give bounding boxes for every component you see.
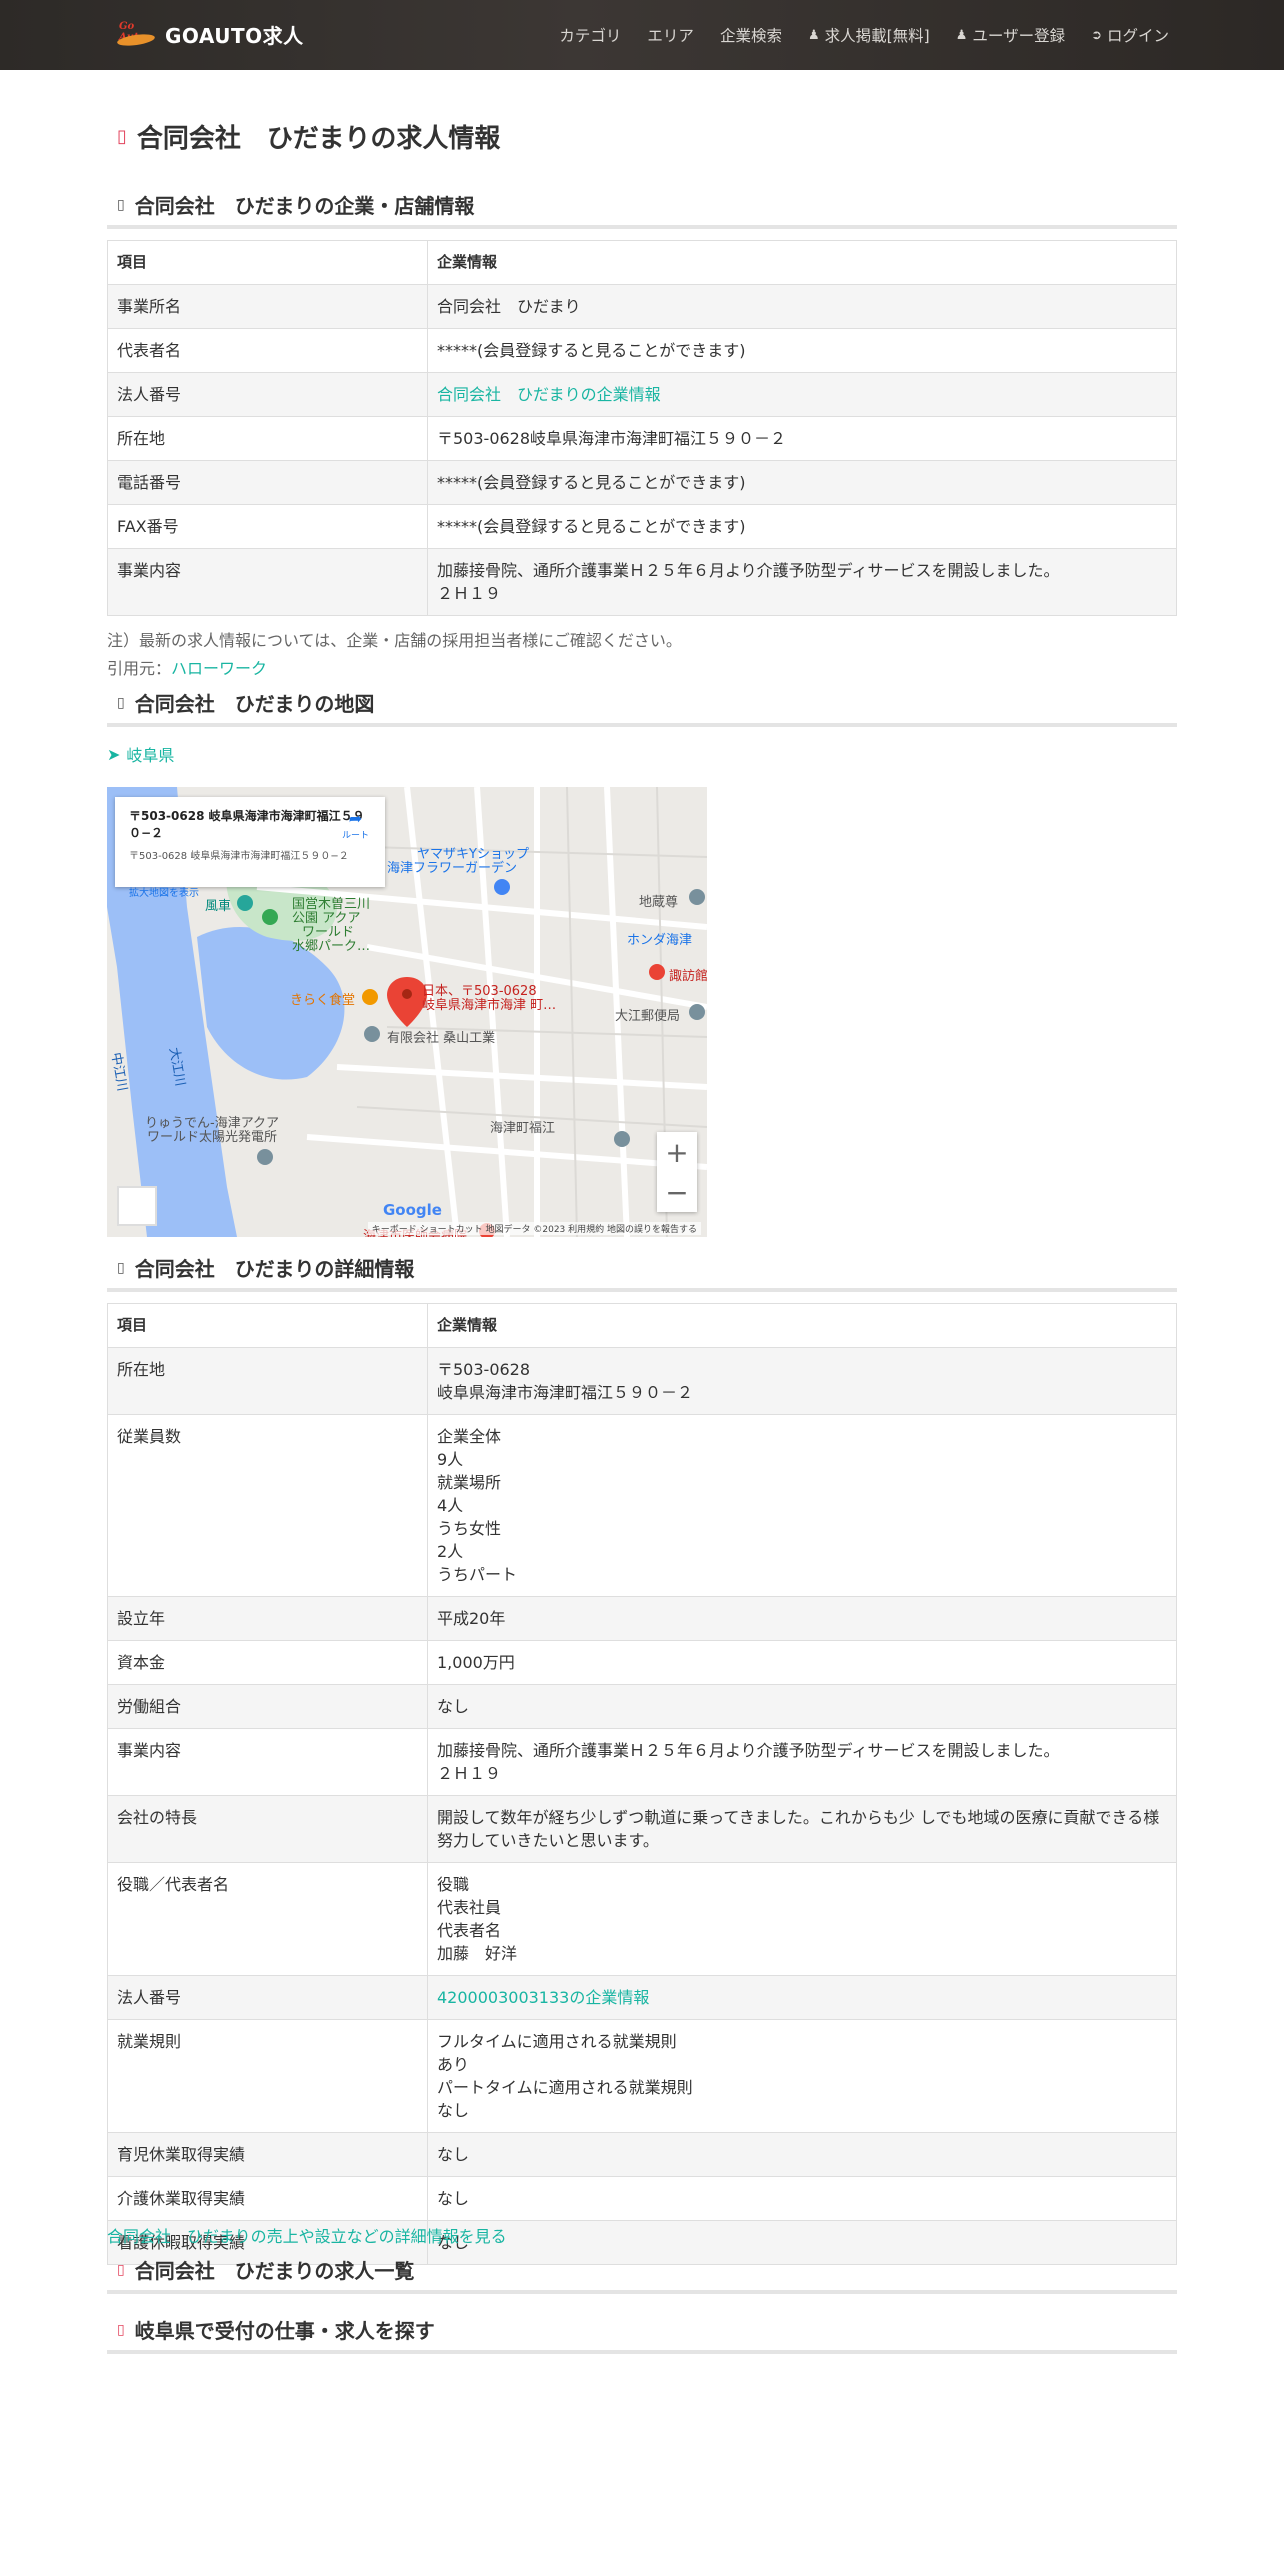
prefecture-link[interactable]: ➤ 岐阜県: [107, 742, 174, 766]
street-view-button[interactable]: [117, 1186, 157, 1226]
table-row: 育児休業取得実績 なし: [107, 2132, 1177, 2177]
table-row: 会社の特長 開設して数年が経ち少しずつ軌道に乗ってきました。これからも少 しでも地…: [107, 1795, 1177, 1863]
map-info-card: 〒503-0628 岐阜県海津市海津町福江５９０−２ 〒503-0628 岐阜県…: [115, 797, 385, 899]
bullet-icon: ▯: [117, 196, 125, 213]
brand-name: GOAUTO求人: [165, 24, 304, 48]
table-row: 介護休業取得実績 なし: [107, 2176, 1177, 2221]
nav-menu: カテゴリ エリア 企業検索 ♟ 求人掲載[無料] ♟ ユーザー登録 ➲ ログイン: [559, 24, 1169, 46]
google-logo: Google: [383, 1201, 442, 1219]
directions-icon: ➦: [348, 809, 363, 828]
notice-text: 注）最新の求人情報については、企業・店舗の採用担当者様にご確認ください。: [107, 631, 682, 650]
table-header-row: 項目 企業情報: [107, 1303, 1177, 1348]
directions-button[interactable]: ➦ ルート: [342, 809, 369, 841]
page-title: ▯ 合同会社 ひだまりの求人情報: [117, 124, 501, 154]
view-larger-map-link[interactable]: 拡大地図を表示: [129, 884, 371, 899]
detail-info-table: 項目 企業情報 所在地 〒503-0628 岐阜県海津市海津町福江５９０－２ 従業…: [107, 1303, 1177, 2265]
table-row: 電話番号 *****(会員登録すると見ることができます): [107, 460, 1177, 505]
map-card-title: 〒503-0628 岐阜県海津市海津町福江５９０−２: [129, 809, 365, 840]
table-row: 法人番号 4200003003133の企業情報: [107, 1975, 1177, 2020]
table-row: 事業内容 加藤接骨院、通所介護事業Ｈ２５年６月より介護予防型ディサービスを開設しま…: [107, 1728, 1177, 1796]
hellowork-link[interactable]: ハローワーク: [171, 659, 267, 678]
brand-logo: Go Auto: [115, 21, 157, 49]
table-row: 代表者名 *****(会員登録すると見ることができます): [107, 328, 1177, 373]
bullet-icon: ▯: [117, 1259, 125, 1276]
map-footer[interactable]: キーボード ショートカット 地図データ ©2023 利用規約 地図の誤りを報告す…: [367, 1222, 701, 1235]
table-row: 従業員数 企業全体 9人 就業場所 4人 うち女性 2人 うちパート: [107, 1414, 1177, 1597]
map-section-title: ▯ 合同会社 ひだまりの地図: [107, 688, 1177, 727]
table-row: 役職／代表者名 役職 代表社員 代表者名 加藤 好洋: [107, 1862, 1177, 1976]
bullet-icon: ▯: [117, 2261, 125, 2278]
navbar: Go Auto GOAUTO求人 カテゴリ エリア 企業検索 ♟求人掲載[無料]…: [0, 0, 1284, 70]
navigation-arrow-icon: ➤: [107, 744, 121, 764]
company-section-title: ▯ 合同会社 ひだまりの企業・店舗情報: [107, 190, 1177, 229]
bullet-icon: ▯: [117, 126, 127, 147]
map-card-address: 〒503-0628 岐阜県海津市海津町福江５９０−２: [129, 851, 349, 862]
zoom-control: + −: [657, 1132, 697, 1212]
zoom-in-button[interactable]: +: [657, 1132, 697, 1172]
brand-link[interactable]: Go Auto GOAUTO求人: [115, 20, 304, 49]
user-icon: ♟: [807, 27, 820, 43]
zoom-out-button[interactable]: −: [657, 1172, 697, 1212]
detail-section-title: ▯ 合同会社 ひだまりの詳細情報: [107, 1253, 1177, 1292]
table-row: 労働組合 なし: [107, 1684, 1177, 1729]
nav-user-register[interactable]: ♟ ユーザー登録: [956, 24, 1065, 46]
nav-post-job[interactable]: ♟ 求人掲載[無料]: [808, 24, 930, 46]
source-line: 引用元：ハローワーク: [107, 659, 268, 678]
search-section-title: ▯ 岐阜県で受付の仕事・求人を探す: [107, 2315, 1177, 2354]
bullet-icon: ▯: [117, 694, 125, 711]
table-row: 所在地 〒503-0628岐阜県海津市海津町福江５９０－２: [107, 416, 1177, 461]
table-row: 就業規則 フルタイムに適用される就業規則 あり パートタイムに適用される就業規則 …: [107, 2019, 1177, 2133]
table-row: 資本金 1,000万円: [107, 1640, 1177, 1685]
bullet-icon: ▯: [117, 2321, 125, 2338]
table-row: 設立年 平成20年: [107, 1596, 1177, 1641]
nav-login[interactable]: ➲ ログイン: [1091, 24, 1169, 46]
table-row: 所在地 〒503-0628 岐阜県海津市海津町福江５９０－２: [107, 1347, 1177, 1415]
table-row: 事業所名 合同会社 ひだまり: [107, 284, 1177, 329]
user-icon: ♟: [955, 27, 968, 43]
table-row: FAX番号 *****(会員登録すると見ることができます): [107, 504, 1177, 549]
table-row: 事業内容 加藤接骨院、通所介護事業Ｈ２５年６月より介護予防型ディサービスを開設しま…: [107, 548, 1177, 616]
corporate-number-link[interactable]: 4200003003133の企業情報: [437, 1988, 649, 2007]
google-map[interactable]: ヤマザキYショップ 海津フラワーガーデン 国営木曽三川 公園 アクア ワールド …: [107, 787, 707, 1237]
company-detail-link[interactable]: 合同会社 ひだまりの売上や設立などの詳細情報を見る: [107, 2223, 507, 2247]
login-icon: ➲: [1091, 27, 1102, 43]
company-info-table: 項目 企業情報 事業所名 合同会社 ひだまり 代表者名 *****(会員登録すると見…: [107, 240, 1177, 616]
jobs-section-title: ▯ 合同会社 ひだまりの求人一覧: [107, 2255, 1177, 2294]
table-header-row: 項目 企業情報: [107, 240, 1177, 285]
nav-company-search[interactable]: 企業検索: [720, 24, 782, 46]
corporate-number-link[interactable]: 合同会社 ひだまりの企業情報: [437, 385, 661, 404]
table-row: 法人番号 合同会社 ひだまりの企業情報: [107, 372, 1177, 417]
nav-category[interactable]: カテゴリ: [559, 24, 621, 46]
nav-area[interactable]: エリア: [647, 24, 694, 46]
